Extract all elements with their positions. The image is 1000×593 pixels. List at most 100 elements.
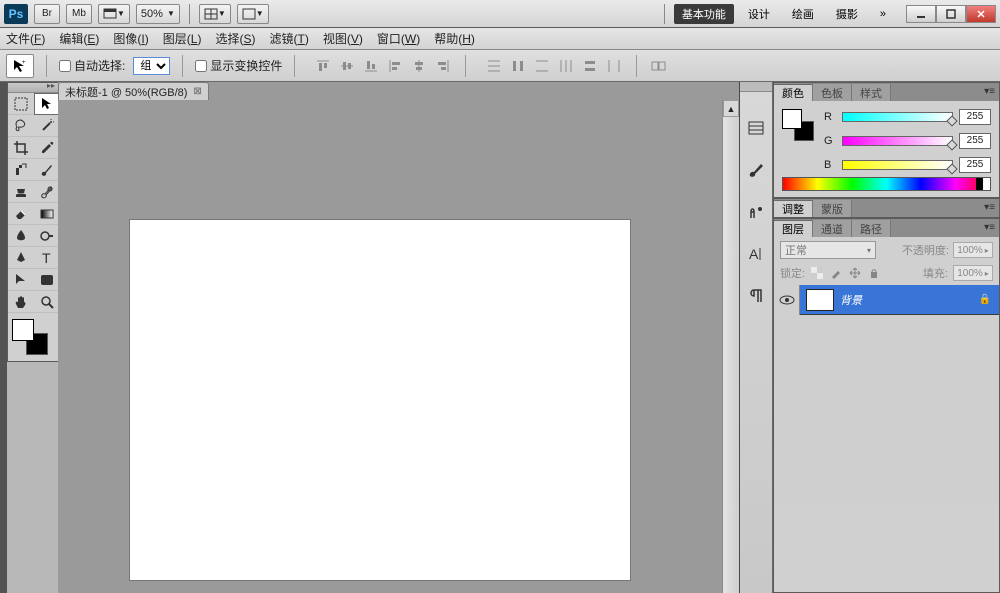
view-extras-button[interactable]: ▼ [199,4,231,24]
layer-thumbnail[interactable] [806,289,834,311]
layers-panel-menu-icon[interactable]: ▾≡ [984,222,995,233]
menu-window[interactable]: 窗口(W) [377,30,420,47]
tab-color[interactable]: 颜色 [774,84,813,101]
color-panel-swatches[interactable] [782,109,814,141]
right-dock: A 颜色 色板 样式 ▾≡ [739,82,1000,593]
distribute-vcenter-icon[interactable] [508,56,528,76]
current-tool-indicator[interactable]: + [6,54,34,78]
strip-collapse-handle[interactable] [740,82,772,92]
tab-channels[interactable]: 通道 [813,220,852,237]
distribute-top-icon[interactable] [484,56,504,76]
tab-masks[interactable]: 蒙版 [813,200,852,217]
lock-transparent-icon[interactable] [810,266,824,280]
tab-swatches[interactable]: 色板 [813,84,852,101]
canvas-viewport[interactable] [58,100,722,593]
app-bar: Ps Br Mb ▼ 50%▼ ▼ ▼ 基本功能 设计 绘画 摄影 » [0,0,1000,28]
auto-select-target[interactable]: 组 [133,57,170,75]
history-panel-icon[interactable] [744,116,768,140]
show-transform-checkbox[interactable]: 显示变换控件 [195,57,282,74]
adjust-panel-menu-icon[interactable]: ▾≡ [984,202,995,213]
layer-lock-icon: 🔒 [979,294,991,305]
distribute-left-icon[interactable] [556,56,576,76]
opacity-label: 不透明度: [902,242,949,258]
g-slider[interactable] [842,136,953,146]
blend-mode-select[interactable]: 正常▾ [780,241,876,259]
align-left-icon[interactable] [385,56,405,76]
opacity-input[interactable]: 100%▸ [953,242,993,258]
brush-presets-icon[interactable] [744,200,768,224]
align-hcenter-icon[interactable] [409,56,429,76]
lock-all-icon[interactable] [867,266,881,280]
scroll-up-icon[interactable]: ▲ [723,100,739,117]
menu-view[interactable]: 视图(V) [323,30,363,47]
tab-adjustments[interactable]: 调整 [774,200,813,217]
menu-image[interactable]: 图像(I) [113,30,148,47]
minibridge-button[interactable]: Mb [66,4,92,24]
menu-bar: 文件(F) 编辑(E) 图像(I) 图层(L) 选择(S) 滤镜(T) 视图(V… [0,28,1000,50]
document-tab-bar: 未标题-1 @ 50%(RGB/8) ⊠ [58,82,739,100]
align-top-icon[interactable] [313,56,333,76]
brush-panel-icon[interactable] [744,158,768,182]
svg-text:+: + [22,60,26,66]
panel-fg-swatch[interactable] [782,109,802,129]
bridge-button[interactable]: Br [34,4,60,24]
tab-layers[interactable]: 图层 [774,220,813,237]
layer-visibility-toggle[interactable] [774,285,800,315]
workspace-basic[interactable]: 基本功能 [674,4,734,24]
align-bottom-icon[interactable] [361,56,381,76]
distribute-hcenter-icon[interactable] [580,56,600,76]
color-spectrum-ramp[interactable] [782,177,991,191]
auto-align-icon[interactable] [649,56,669,76]
window-minimize-button[interactable] [906,5,936,23]
canvas[interactable] [130,220,630,580]
collapsed-panel-strip: A [740,82,773,593]
align-vcenter-icon[interactable] [337,56,357,76]
menu-layer[interactable]: 图层(L) [163,30,202,47]
window-maximize-button[interactable] [936,5,966,23]
layer-item[interactable]: 背景 🔒 [774,285,999,315]
menu-select[interactable]: 选择(S) [215,30,255,47]
tab-paths[interactable]: 路径 [852,220,891,237]
tab-styles[interactable]: 样式 [852,84,891,101]
vertical-scrollbar[interactable]: ▲ [722,100,739,593]
app-logo: Ps [4,4,28,24]
layer-name[interactable]: 背景 [840,292,979,308]
r-slider[interactable] [842,112,953,122]
b-label: B [824,159,836,171]
main-area: 未标题-1 @ 50%(RGB/8) ⊠ ▲ A 颜色 色板 [0,82,1000,593]
document-title: 未标题-1 @ 50%(RGB/8) [65,84,187,100]
close-tab-icon[interactable]: ⊠ [193,86,201,97]
distribute-bottom-icon[interactable] [532,56,552,76]
arrange-docs-button[interactable]: ▼ [237,4,269,24]
workspace-painting[interactable]: 绘画 [784,4,822,24]
document-area: 未标题-1 @ 50%(RGB/8) ⊠ ▲ [58,82,739,593]
align-right-icon[interactable] [433,56,453,76]
menu-edit[interactable]: 编辑(E) [59,30,99,47]
character-panel-icon[interactable]: A [744,242,768,266]
layers-panel: 图层 通道 路径 ▾≡ 正常▾ 不透明度: 100%▸ 锁定: [773,218,1000,593]
color-panel-menu-icon[interactable]: ▾≡ [984,86,995,97]
b-slider[interactable] [842,160,953,170]
menu-help[interactable]: 帮助(H) [434,30,475,47]
menu-filter[interactable]: 滤镜(T) [269,30,308,47]
distribute-right-icon[interactable] [604,56,624,76]
g-value-input[interactable]: 255 [959,133,991,149]
lock-position-icon[interactable] [848,266,862,280]
r-label: R [824,111,836,123]
workspace-more[interactable]: » [872,4,894,24]
zoom-value: 50% [141,8,163,20]
window-close-button[interactable] [966,5,996,23]
screen-mode-button[interactable]: ▼ [98,4,130,24]
workspace-design[interactable]: 设计 [740,4,778,24]
document-tab[interactable]: 未标题-1 @ 50%(RGB/8) ⊠ [58,82,209,100]
paragraph-panel-icon[interactable] [744,284,768,308]
menu-file[interactable]: 文件(F) [6,30,45,47]
lock-pixels-icon[interactable] [829,266,843,280]
r-value-input[interactable]: 255 [959,109,991,125]
zoom-level-combo[interactable]: 50%▼ [136,4,180,24]
fill-input[interactable]: 100%▸ [953,265,993,281]
workspace-photography[interactable]: 摄影 [828,4,866,24]
lock-label: 锁定: [780,265,805,281]
auto-select-checkbox[interactable]: 自动选择: [59,57,125,74]
b-value-input[interactable]: 255 [959,157,991,173]
